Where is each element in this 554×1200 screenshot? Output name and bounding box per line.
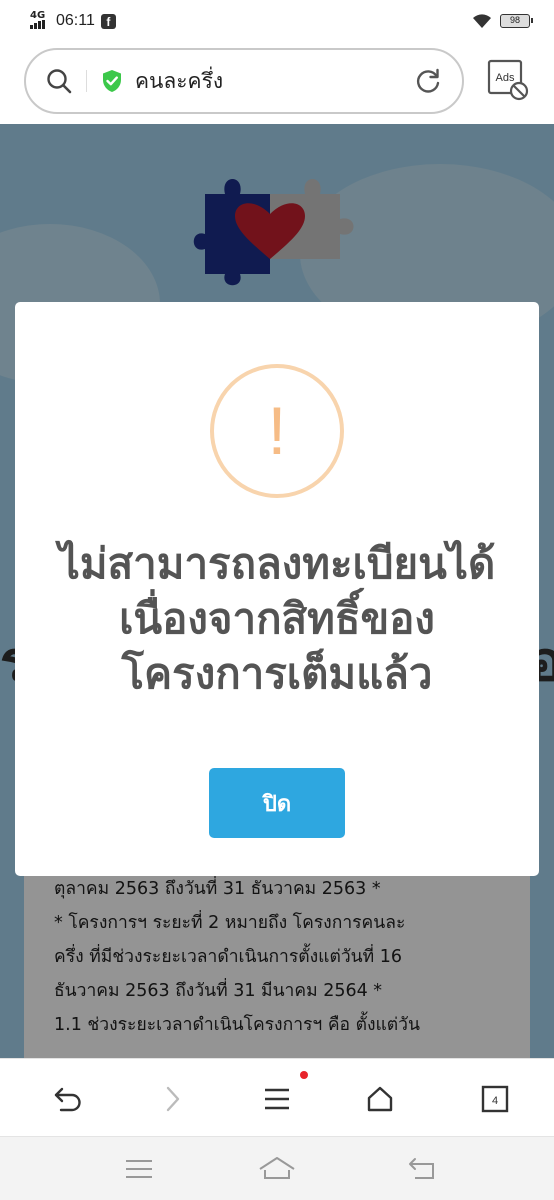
status-bar: 4G 06:11 f 98 [0,0,554,42]
browser-toolbar: 4 [0,1058,554,1136]
reload-icon[interactable] [414,67,442,95]
wifi-icon [473,14,491,28]
forward-button[interactable] [151,1077,195,1121]
ads-label: Ads [496,72,515,84]
ad-block-icon: Ads [487,59,529,101]
battery-indicator: 98 [500,14,533,28]
search-icon[interactable] [46,68,72,94]
ad-block-button[interactable]: Ads [486,58,530,102]
alert-dialog: ! ไม่สามารถลงทะเบียนได้ เนื่องจากสิทธิ์ข… [15,302,539,876]
home-icon [259,1157,295,1179]
system-home-button[interactable] [257,1151,297,1187]
exclamation-mark: ! [267,393,287,469]
home-button[interactable] [358,1077,402,1121]
secure-shield-icon [103,70,121,92]
recents-icon [126,1160,152,1178]
browser-top-bar: คนละครึ่ง Ads [0,42,554,124]
site-title: คนละครึ่ง [135,68,224,93]
menu-button[interactable] [255,1077,299,1121]
system-navigation-bar [0,1136,554,1200]
tabs-count: 4 [492,1095,498,1107]
close-button[interactable]: ปิด [209,768,345,838]
forward-icon [166,1086,180,1112]
tabs-button[interactable]: 4 [473,1077,517,1121]
status-time: 06:11 [56,12,95,29]
recents-button[interactable] [119,1151,159,1187]
home-icon [367,1086,393,1112]
tabs-icon: 4 [481,1085,509,1113]
back-icon [54,1087,81,1112]
system-back-button[interactable] [402,1151,442,1187]
signal-icon: 4G [30,11,50,31]
notification-dot [300,1071,308,1079]
menu-icon [265,1088,289,1110]
facebook-notification-icon: f [100,13,116,29]
back-button[interactable] [46,1077,90,1121]
address-bar[interactable]: คนละครึ่ง [24,48,464,114]
exclamation-icon: ! [210,364,344,498]
dialog-message: ไม่สามารถลงทะเบียนได้ เนื่องจากสิทธิ์ของ… [58,539,496,698]
back-icon [409,1158,434,1179]
divider [86,70,87,92]
